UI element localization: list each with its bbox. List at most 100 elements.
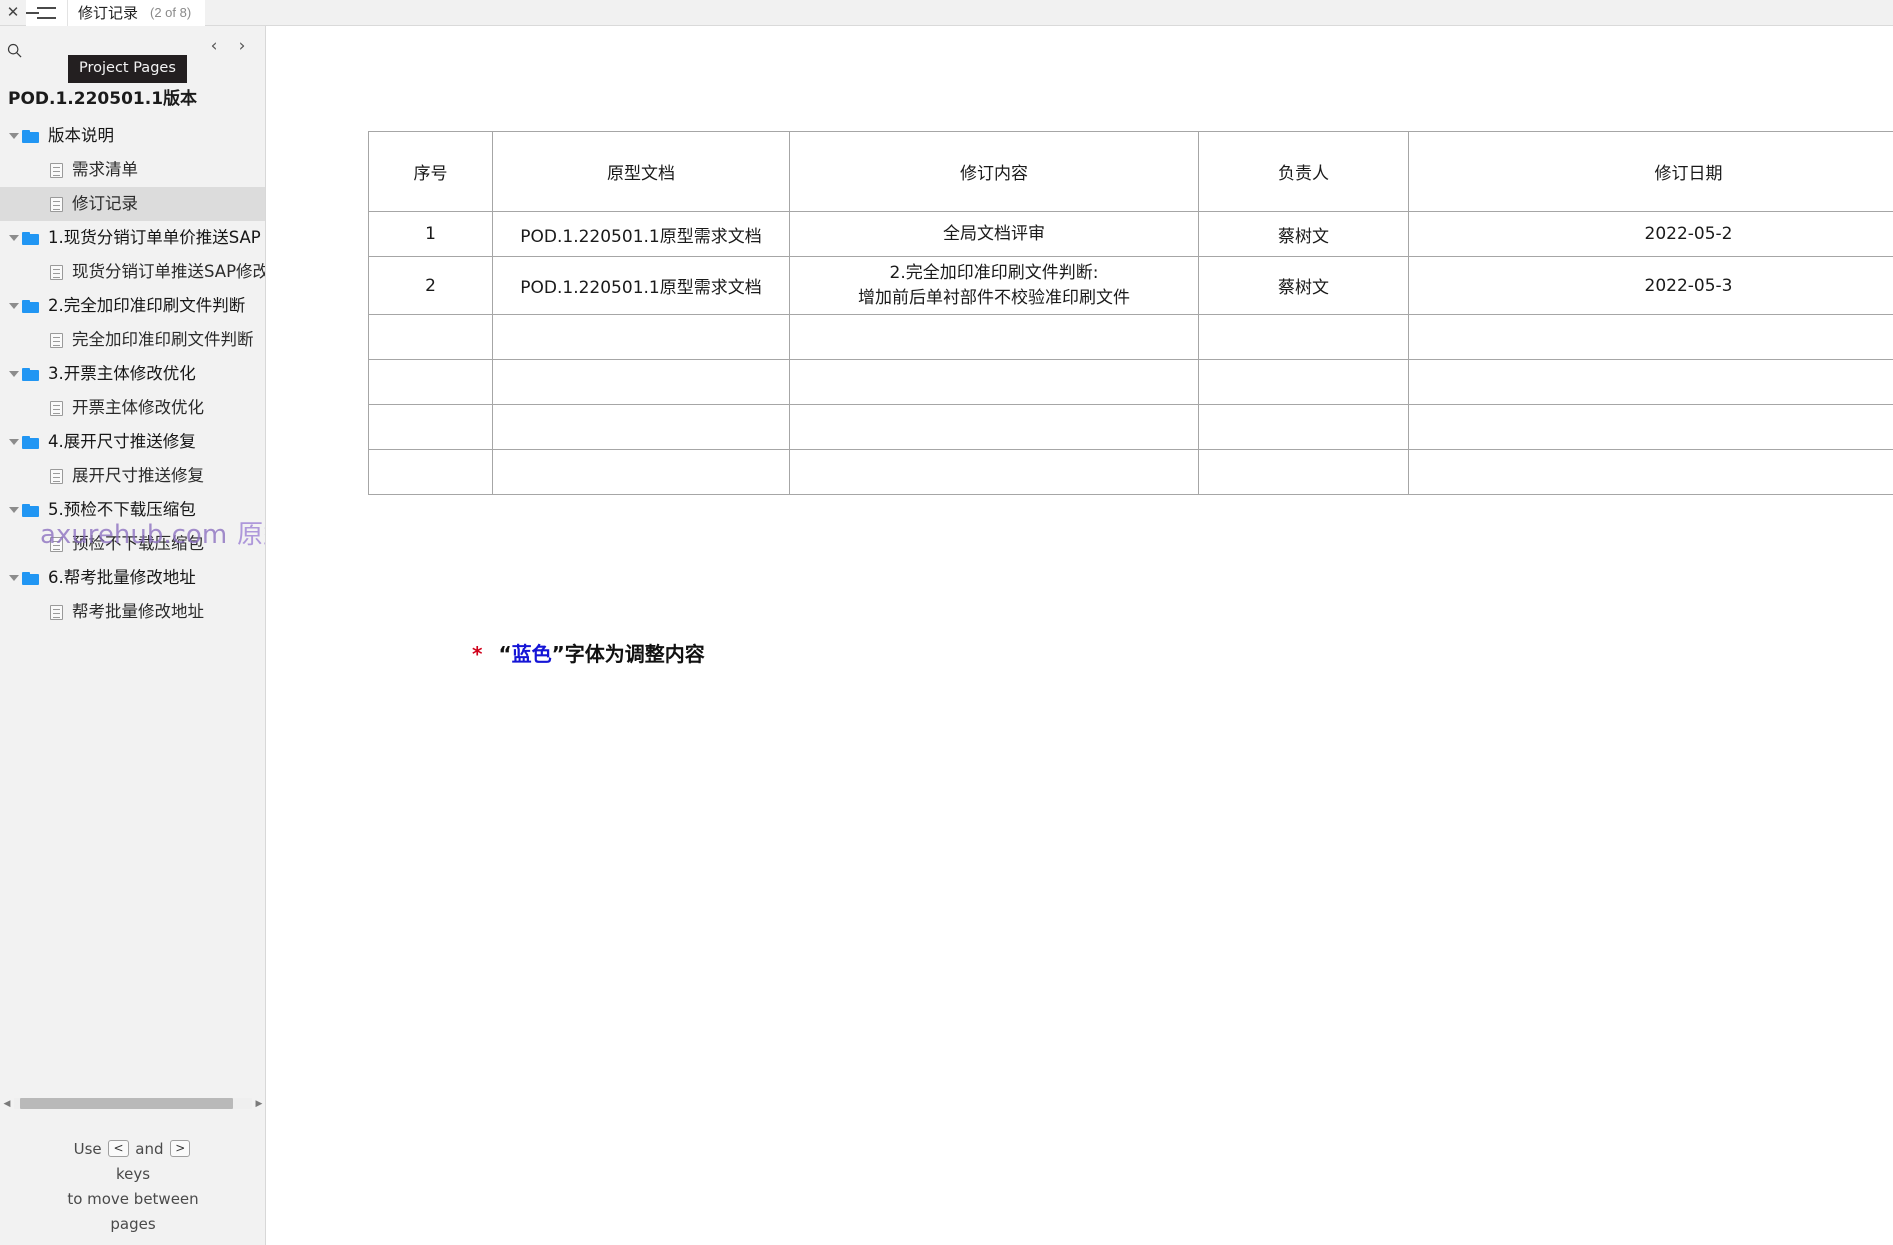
cell-doc: [492, 404, 790, 451]
scroll-left-arrow[interactable]: ◀: [0, 1098, 14, 1108]
cell-date: [1408, 359, 1893, 406]
cell-owner: 蔡树文: [1198, 255, 1409, 316]
prototype-content: 序号 原型文档 修订内容 负责人 修订日期 1 POD.1.220501.1原型需…: [267, 26, 1893, 1245]
cell-doc: [492, 314, 790, 361]
key-next: >: [170, 1140, 191, 1157]
tree-item-folder-7[interactable]: 3.开票主体修改优化: [0, 357, 265, 391]
page-icon: [50, 468, 63, 484]
table-body: 1 POD.1.220501.1原型需求文档 全局文档评审 蔡树文 2022-05-2 2…: [368, 211, 1893, 496]
tree-item-label: 展开尺寸推送修复: [72, 465, 204, 485]
chevron-down-icon[interactable]: [6, 303, 22, 309]
prev-page-button[interactable]: ‹: [207, 36, 221, 56]
footnote-rest: 字体为调整内容: [564, 642, 705, 666]
chevron-down-icon[interactable]: [6, 133, 22, 139]
folder-icon: [22, 129, 39, 143]
footnote-close-quote: ”: [551, 642, 565, 666]
tree-item-label: 现货分销订单推送SAP修改: [72, 261, 265, 281]
scrollbar-thumb[interactable]: [20, 1097, 233, 1109]
footnote-open-quote: “: [498, 642, 512, 666]
chevron-down-icon[interactable]: [6, 575, 22, 581]
cell-doc: [492, 359, 790, 406]
tree-item-label: 需求清单: [72, 159, 138, 179]
keyboard-hint: Use < and > keys to move between pages: [0, 1137, 265, 1237]
chevron-down-icon[interactable]: [6, 371, 22, 377]
cell-doc: POD.1.220501.1原型需求文档: [492, 211, 790, 257]
cell-date: 2022-05-3: [1408, 255, 1893, 316]
tree-item-page-4[interactable]: 现货分销订单推送SAP修改: [0, 255, 265, 289]
page-icon: [50, 536, 63, 552]
folder-icon: [22, 299, 39, 313]
tree-item-label: 开票主体修改优化: [72, 397, 204, 417]
col-header-owner: 负责人: [1198, 131, 1409, 212]
revision-history-table: 序号 原型文档 修订内容 负责人 修订日期 1 POD.1.220501.1原型需…: [368, 131, 1893, 496]
cell-seq: [368, 404, 493, 451]
table-row: [368, 404, 1893, 451]
page-icon: [50, 604, 63, 620]
tree-item-folder-0[interactable]: 版本说明: [0, 119, 265, 153]
page-title: 修订记录: [78, 4, 139, 22]
cell-owner: [1198, 404, 1409, 451]
tree-item-folder-11[interactable]: 5.预检不下载压缩包: [0, 493, 265, 527]
folder-icon: [22, 503, 39, 517]
tree-item-page-14[interactable]: 帮考批量修改地址: [0, 595, 265, 629]
cell-content: [789, 314, 1199, 361]
keyboard-hint-line4: pages: [110, 1215, 156, 1233]
tree-item-folder-5[interactable]: 2.完全加印准印刷文件判断: [0, 289, 265, 323]
table-row: [368, 359, 1893, 406]
footnote-asterisk: *: [472, 642, 483, 666]
tree-item-folder-9[interactable]: 4.展开尺寸推送修复: [0, 425, 265, 459]
footnote-blue-word: 蓝色: [511, 642, 552, 666]
tree-item-label: 预检不下载压缩包: [72, 533, 204, 553]
tree-item-page-12[interactable]: 预检不下载压缩包: [0, 527, 265, 561]
folder-icon: [22, 435, 39, 449]
keyboard-hint-line3: to move between: [67, 1190, 199, 1208]
key-prev: <: [108, 1140, 129, 1157]
col-header-doc: 原型文档: [492, 131, 790, 212]
keyboard-hint-keys: keys: [115, 1165, 151, 1183]
cell-date: 2022-05-2: [1408, 211, 1893, 257]
cell-content-line2: 增加前后单衬部件不校验准印刷文件: [858, 287, 1130, 308]
tree-item-label: 6.帮考批量修改地址: [48, 567, 196, 587]
app-root: ✕ 修订记录 (2 of 8) ‹ › Project Pages POD.1.…: [0, 0, 1893, 1245]
tree-item-folder-13[interactable]: 6.帮考批量修改地址: [0, 561, 265, 595]
page-icon: [50, 400, 63, 416]
folder-icon: [22, 367, 39, 381]
col-header-date: 修订日期: [1408, 131, 1893, 212]
close-icon[interactable]: ✕: [0, 0, 26, 26]
table-row: 2 POD.1.220501.1原型需求文档 2.完全加印准印刷文件判断: 增加前后单…: [368, 255, 1893, 316]
chevron-down-icon[interactable]: [6, 439, 22, 445]
table-row: [368, 314, 1893, 361]
chevron-down-icon[interactable]: [6, 235, 22, 241]
tree-item-page-2[interactable]: 修订记录: [0, 187, 265, 221]
tree-item-folder-3[interactable]: 1.现货分销订单单价推送SAP: [0, 221, 265, 255]
page-icon: [50, 332, 63, 348]
cell-seq: [368, 314, 493, 361]
scroll-right-arrow[interactable]: ▶: [252, 1098, 265, 1108]
tree-item-label: 5.预检不下载压缩包: [48, 499, 196, 519]
search-icon[interactable]: [0, 38, 28, 62]
next-page-button[interactable]: ›: [235, 36, 249, 56]
footnote-legend: * “蓝色”字体为调整内容: [472, 638, 705, 667]
hamburger-icon[interactable]: [26, 0, 68, 26]
scrollbar-track[interactable]: [14, 1097, 252, 1109]
cell-date: [1408, 449, 1893, 496]
tree-item-page-8[interactable]: 开票主体修改优化: [0, 391, 265, 425]
keyboard-hint-line1: Use < and >: [0, 1137, 265, 1162]
cell-date: [1408, 404, 1893, 451]
table-row: [368, 449, 1893, 496]
project-pages-tooltip: Project Pages: [68, 55, 187, 83]
cell-content: [789, 404, 1199, 451]
sidebar-horizontal-scrollbar[interactable]: ◀ ▶: [0, 1094, 265, 1112]
cell-seq: [368, 359, 493, 406]
tree-item-label: 3.开票主体修改优化: [48, 363, 196, 383]
cell-doc: [492, 449, 790, 496]
cell-content: [789, 359, 1199, 406]
cell-content: 全局文档评审: [789, 211, 1199, 257]
tree-item-page-1[interactable]: 需求清单: [0, 153, 265, 187]
chevron-down-icon[interactable]: [6, 507, 22, 513]
page-icon: [50, 196, 63, 212]
tree-item-page-10[interactable]: 展开尺寸推送修复: [0, 459, 265, 493]
page-icon: [50, 162, 63, 178]
cell-owner: [1198, 314, 1409, 361]
tree-item-page-6[interactable]: 完全加印准印刷文件判断: [0, 323, 265, 357]
